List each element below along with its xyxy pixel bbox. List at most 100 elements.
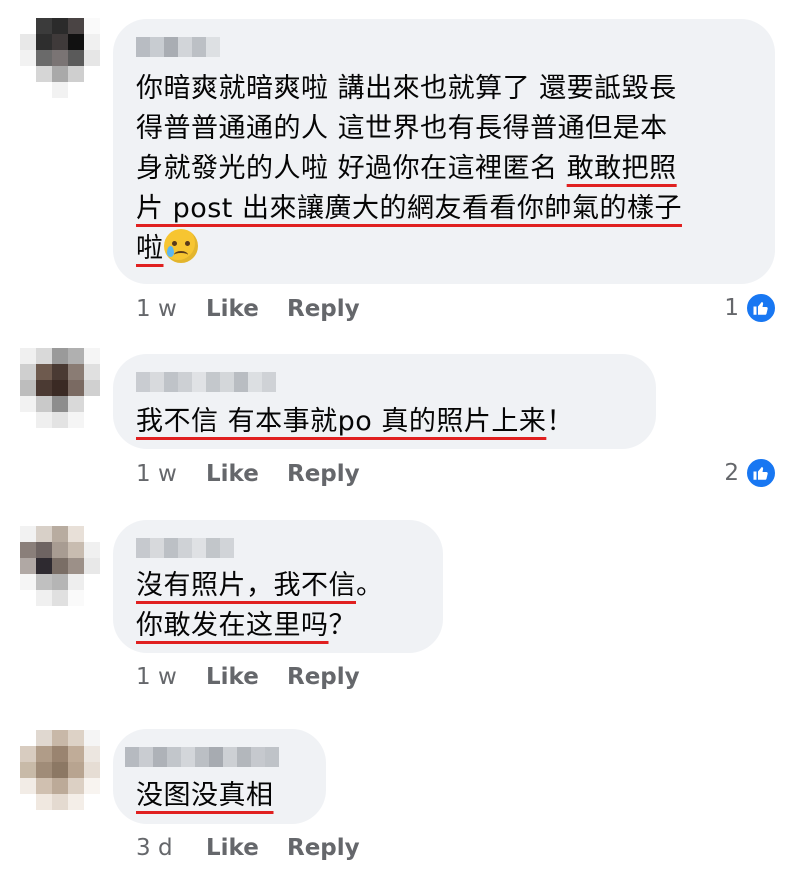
avatar[interactable] [20,18,100,98]
name-blur-block [265,747,279,767]
comment-line: 身就發光的人啦 好過你在這裡匿名 敢敢把照 [136,149,682,189]
avatar-pixel [52,82,68,98]
name-blur-block [206,538,220,558]
avatar-pixel [84,380,100,396]
name-blur-block [167,747,181,767]
comment-meta: 1 w Like Reply [136,664,360,690]
name-blur-block [192,37,206,57]
name-blur-block [178,372,192,392]
underlined-text: 片 post 出來讓廣大的網友看看你帥氣的樣子 [136,193,682,224]
name-blur-block [234,372,248,392]
avatar-pixel [84,364,100,380]
comment-text: 沒有照片，我不信。 你敢发在这里吗？ [136,566,384,646]
timestamp[interactable]: 1 w [136,461,206,487]
reply-button[interactable]: Reply [287,296,360,322]
avatar-pixel [20,542,36,558]
comment-meta: 1 w Like Reply [136,296,360,322]
commenter-name-blurred[interactable] [125,747,279,767]
name-blur-block [178,37,192,57]
name-blur-block [150,538,164,558]
timestamp[interactable]: 1 w [136,664,206,690]
comment-text-segment: 身就發光的人啦 好過你在這裡匿名 [136,153,567,184]
avatar-pixel [36,558,52,574]
comment-bubble: 我不信 有本事就po 真的照片上来！ [113,354,656,449]
avatar-pixel [36,380,52,396]
tear-drop [166,246,174,257]
like-button[interactable]: Like [206,664,287,690]
avatar[interactable] [20,348,100,428]
avatar-pixel [52,526,68,542]
name-blur-block [206,37,220,57]
avatar-pixel [20,66,36,82]
avatar-pixel [68,778,84,794]
reply-button[interactable]: Reply [287,664,360,690]
like-button[interactable]: Like [206,296,287,322]
name-blur-block [223,747,237,767]
reaction-number: 1 [724,295,739,321]
reply-button[interactable]: Reply [287,835,360,861]
avatar-pixel [68,18,84,34]
avatar[interactable] [20,526,100,606]
avatar-pixel [36,348,52,364]
commenter-name-blurred[interactable] [136,37,220,57]
reply-button[interactable]: Reply [287,461,360,487]
avatar-pixel [84,542,100,558]
avatar-pixel [68,50,84,66]
avatar-pixel [84,574,100,590]
name-blur-block [262,372,276,392]
timestamp[interactable]: 3 d [136,835,206,861]
name-blur-block [251,747,265,767]
name-blur-block [220,538,234,558]
avatar-pixel [36,34,52,50]
avatar-pixel [52,762,68,778]
comment-line: 沒有照片，我不信。 [136,566,384,606]
avatar-pixel [84,66,100,82]
avatar-pixel [20,380,36,396]
name-blur-block [192,372,206,392]
comment-text: 我不信 有本事就po 真的照片上来！ [136,402,574,442]
avatar-pixel [68,574,84,590]
underlined-text: 啦 [136,233,164,264]
avatar-pixel [68,558,84,574]
avatar[interactable] [20,730,100,810]
avatar-pixel [52,380,68,396]
avatar-pixel [36,82,52,98]
name-blur-block [206,372,220,392]
like-button[interactable]: Like [206,461,287,487]
avatar-pixel [84,590,100,606]
comment-bubble: 沒有照片，我不信。 你敢发在这里吗？ [113,520,443,653]
avatar-pixel [20,794,36,810]
comment-text-segment: 你暗爽就暗爽啦 講出來也就算了 還要詆毀長 [136,73,677,104]
avatar-pixel [20,34,36,50]
name-blur-block [164,372,178,392]
underlined-text: 我不信 有本事就po 真的照片上来 [136,406,547,437]
reaction-count[interactable]: 1 [724,292,777,324]
avatar-pixel [20,412,36,428]
comment-bubble: 没图没真相 [113,729,326,824]
name-blur-block [150,372,164,392]
avatar-pixel [36,590,52,606]
avatar-pixel [84,34,100,50]
avatar-pixel [52,574,68,590]
avatar-pixel [84,82,100,98]
name-blur-block [136,372,150,392]
avatar-pixel [52,558,68,574]
avatar-pixel [20,574,36,590]
name-blur-block [195,747,209,767]
commenter-name-blurred[interactable] [136,538,234,558]
crying-smile-emoji-icon [163,229,198,263]
like-button[interactable]: Like [206,835,287,861]
timestamp[interactable]: 1 w [136,296,206,322]
avatar-pixel [52,794,68,810]
avatar-pixel [36,762,52,778]
avatar-pixel [84,730,100,746]
avatar-pixel [52,412,68,428]
avatar-pixel [84,778,100,794]
avatar-pixel [68,794,84,810]
avatar-pixel [84,794,100,810]
reaction-count[interactable]: 2 [724,457,777,489]
commenter-name-blurred[interactable] [136,372,276,392]
comment-line: 没图没真相 [136,776,274,816]
avatar-pixel [36,18,52,34]
name-blur-block [164,538,178,558]
